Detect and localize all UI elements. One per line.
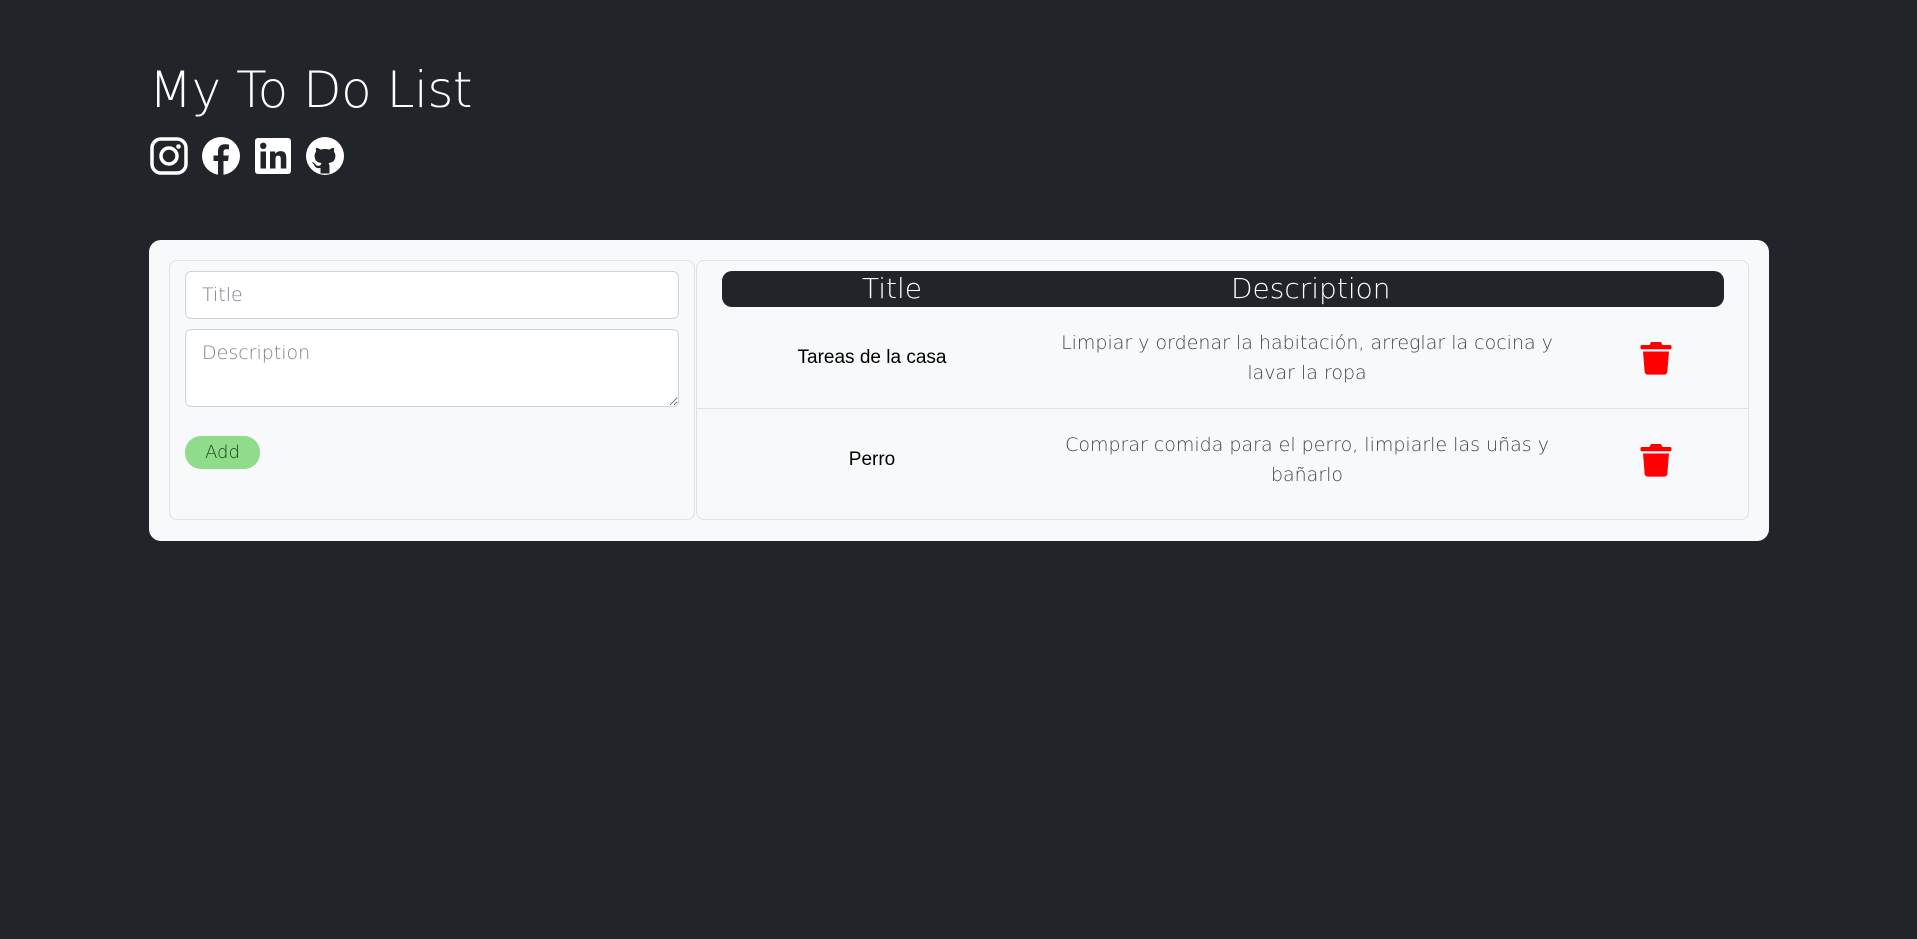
todo-table: Title Description Tareas de la casa Limp… bbox=[696, 260, 1749, 520]
instagram-link[interactable] bbox=[149, 136, 189, 176]
instagram-icon bbox=[150, 137, 188, 175]
facebook-icon bbox=[202, 137, 240, 175]
table-header: Title Description bbox=[722, 271, 1724, 307]
trash-icon bbox=[1640, 444, 1672, 477]
todo-card: Add Title Description Tareas de la casa … bbox=[149, 240, 1769, 541]
add-button[interactable]: Add bbox=[185, 436, 260, 469]
task-title: Tareas de la casa bbox=[797, 347, 947, 368]
description-input[interactable] bbox=[185, 329, 679, 407]
social-links bbox=[149, 136, 472, 176]
github-icon bbox=[306, 137, 344, 175]
column-header-description: Description bbox=[1231, 272, 1391, 305]
page-title: My To Do List bbox=[149, 61, 473, 119]
linkedin-icon bbox=[255, 138, 291, 174]
delete-button[interactable] bbox=[1640, 443, 1672, 477]
table-row: Perro Comprar comida para el perro, limp… bbox=[697, 409, 1748, 511]
trash-icon bbox=[1640, 342, 1672, 375]
header: My To Do List bbox=[149, 58, 473, 176]
todo-form: Add bbox=[169, 260, 695, 520]
delete-button[interactable] bbox=[1640, 341, 1672, 375]
task-description: Limpiar y ordenar la habitación, arregla… bbox=[1061, 332, 1553, 384]
title-input[interactable] bbox=[185, 271, 679, 319]
linkedin-link[interactable] bbox=[253, 136, 293, 176]
task-description: Comprar comida para el perro, limpiarle … bbox=[1065, 434, 1549, 486]
task-title: Perro bbox=[848, 449, 896, 470]
facebook-link[interactable] bbox=[201, 136, 241, 176]
column-header-title: Title bbox=[862, 272, 923, 305]
table-row: Tareas de la casa Limpiar y ordenar la h… bbox=[697, 307, 1748, 409]
github-link[interactable] bbox=[305, 136, 345, 176]
